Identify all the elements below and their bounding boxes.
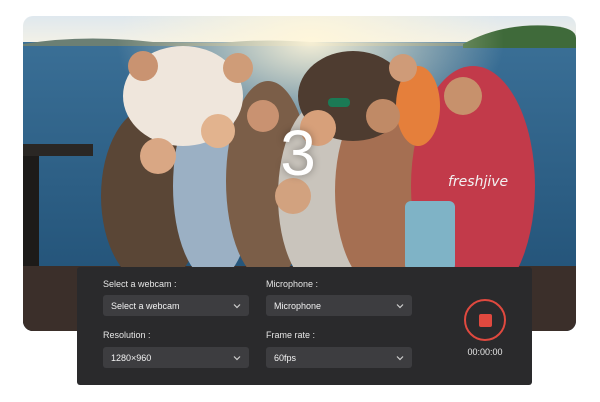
- shirt-text: freshjive: [448, 174, 508, 190]
- frame-rate-select-value: 60fps: [274, 352, 297, 363]
- chevron-down-icon: [396, 303, 404, 308]
- record-stop-button[interactable]: [464, 299, 506, 341]
- webcam-label: Select a webcam :: [103, 279, 177, 289]
- frame-rate-select[interactable]: 60fps: [266, 347, 412, 368]
- chevron-down-icon: [396, 355, 404, 360]
- resolution-select-value: 1280×960: [111, 352, 152, 363]
- frame-rate-label: Frame rate :: [266, 330, 316, 340]
- microphone-label: Microphone :: [266, 279, 319, 289]
- stop-square-icon: [478, 313, 492, 327]
- chevron-down-icon: [233, 303, 241, 308]
- recording-control-panel: Select a webcam : Select a webcam Microp…: [77, 267, 532, 385]
- chevron-down-icon: [233, 355, 241, 360]
- webcam-select[interactable]: Select a webcam: [103, 295, 249, 316]
- resolution-label: Resolution :: [103, 330, 151, 340]
- resolution-select[interactable]: 1280×960: [103, 347, 249, 368]
- microphone-select[interactable]: Microphone: [266, 295, 412, 316]
- countdown-number: 3: [280, 117, 316, 189]
- recording-timer: 00:00:00: [467, 347, 503, 357]
- microphone-select-value: Microphone: [274, 300, 322, 311]
- webcam-recorder: freshjive 3 Select a webcam : Select a w…: [0, 0, 600, 402]
- webcam-select-value: Select a webcam: [111, 300, 180, 311]
